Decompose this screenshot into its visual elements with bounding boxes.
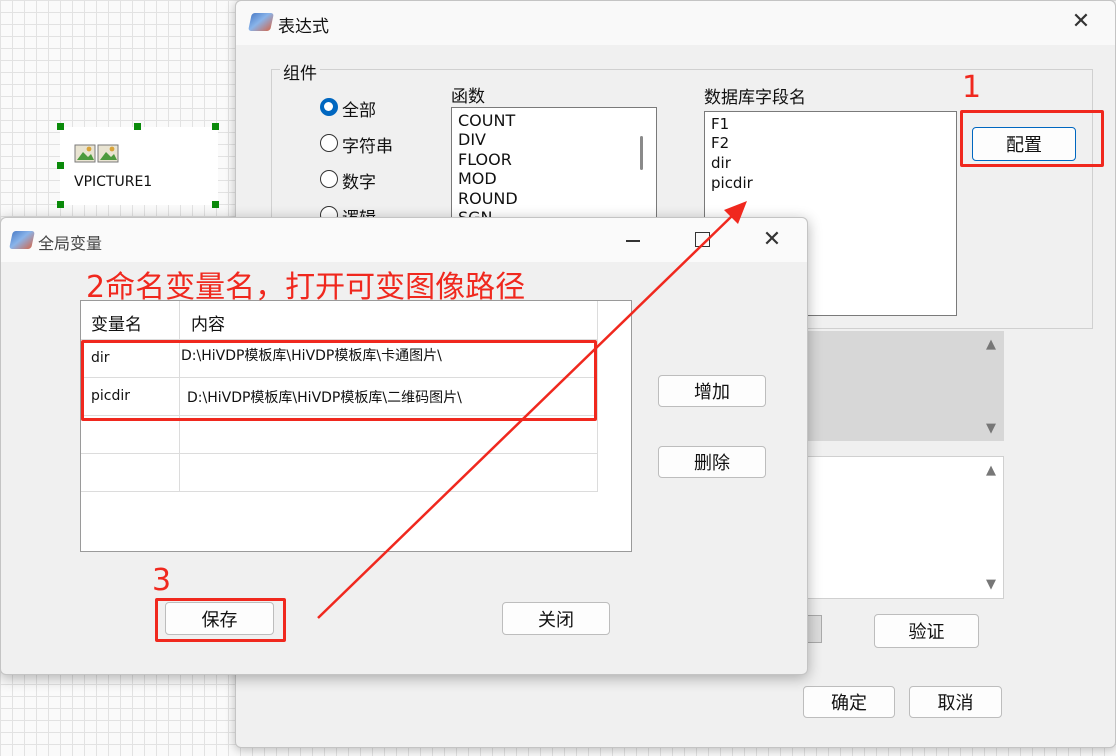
annotation-arrow [317, 201, 747, 619]
